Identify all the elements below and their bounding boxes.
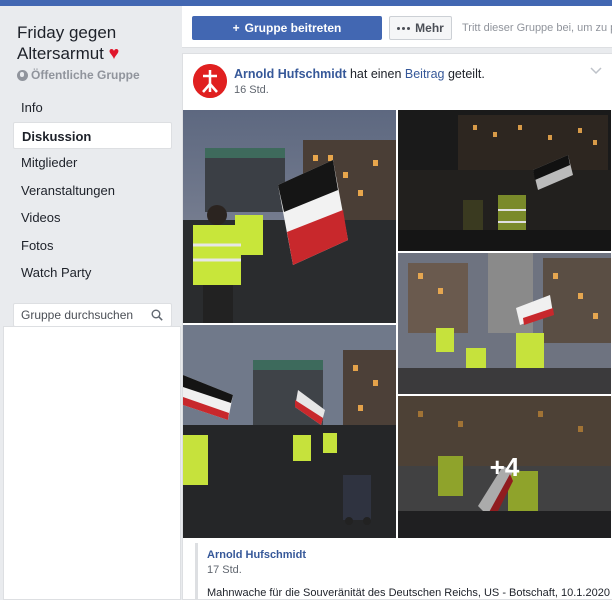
group-search-input[interactable] xyxy=(14,304,146,326)
post-photo-3[interactable] xyxy=(398,253,611,394)
sidebar-blank-panel xyxy=(3,326,181,600)
group-nav: Info Diskussion Mitglieder Veranstaltung… xyxy=(13,94,172,287)
post-suffix: geteilt. xyxy=(444,67,485,81)
group-name[interactable]: Friday gegen Altersarmut xyxy=(17,23,116,63)
group-search xyxy=(13,303,172,327)
chevron-down-icon[interactable] xyxy=(590,66,602,76)
post-author-link[interactable]: Arnold Hufschmidt xyxy=(234,67,347,81)
group-title[interactable]: Friday gegen Altersarmut ♥ xyxy=(17,22,177,64)
group-action-bar: + Gruppe beitreten Mehr Tritt dieser Gru… xyxy=(182,6,612,48)
sidebar-item-mitglieder[interactable]: Mitglieder xyxy=(13,149,172,177)
sidebar-item-veranstaltungen[interactable]: Veranstaltungen xyxy=(13,177,172,205)
heart-icon: ♥ xyxy=(108,43,120,63)
join-group-label: Gruppe beitreten xyxy=(244,21,342,35)
sidebar-item-diskussion[interactable]: Diskussion xyxy=(13,121,172,149)
shared-author-link[interactable]: Arnold Hufschmidt xyxy=(207,549,306,561)
more-photos-count[interactable]: +4 xyxy=(398,396,611,538)
plus-icon: + xyxy=(232,21,240,35)
search-icon[interactable] xyxy=(151,309,163,321)
avatar-logo-icon xyxy=(193,64,227,98)
more-label: Mehr xyxy=(415,21,444,35)
feed-post: Arnold Hufschmidt hat einen Beitrag gete… xyxy=(182,53,612,600)
join-hint-text: Tritt dieser Gruppe bei, um zu p xyxy=(462,22,612,34)
privacy-label: Öffentliche Gruppe xyxy=(31,68,140,82)
post-header: Arnold Hufschmidt hat einen Beitrag gete… xyxy=(234,67,485,81)
sidebar-item-info[interactable]: Info xyxy=(13,94,172,122)
post-photo-1[interactable] xyxy=(183,110,396,323)
sidebar-item-watch-party[interactable]: Watch Party xyxy=(13,259,172,287)
globe-icon xyxy=(17,69,28,81)
shared-post-text: Mahnwache für die Souveränität des Deuts… xyxy=(207,587,610,599)
sidebar-item-fotos[interactable]: Fotos xyxy=(13,232,172,260)
post-photo-2[interactable] xyxy=(398,110,611,251)
post-object-link[interactable]: Beitrag xyxy=(405,67,445,81)
more-button[interactable]: Mehr xyxy=(389,16,452,40)
shared-timestamp[interactable]: 17 Std. xyxy=(207,564,242,576)
sidebar-item-videos[interactable]: Videos xyxy=(13,204,172,232)
author-avatar[interactable] xyxy=(193,64,227,98)
post-photo-5[interactable]: +4 xyxy=(398,396,611,538)
more-dots-icon xyxy=(397,26,411,30)
post-verb: hat einen xyxy=(346,67,405,81)
post-photo-4[interactable] xyxy=(183,325,396,538)
group-privacy: Öffentliche Gruppe xyxy=(17,68,140,82)
shared-post: Arnold Hufschmidt 17 Std. Mahnwache für … xyxy=(195,543,612,600)
join-group-button[interactable]: + Gruppe beitreten xyxy=(192,16,382,40)
post-timestamp[interactable]: 16 Std. xyxy=(234,84,269,96)
